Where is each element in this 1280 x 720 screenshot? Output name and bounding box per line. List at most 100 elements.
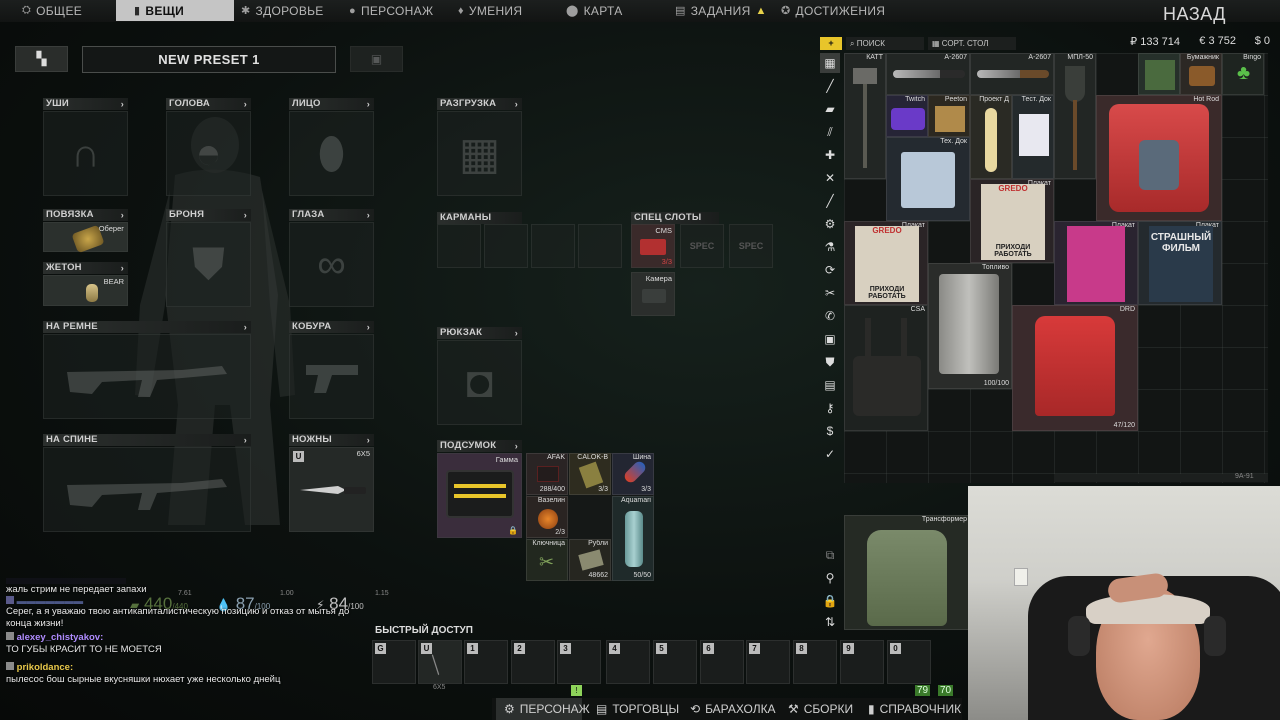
quick-slot-u[interactable]: U ╱ (418, 640, 462, 684)
bottom-tab-traders[interactable]: ▤ ТОРГОВЦЫ (596, 698, 679, 720)
special-slot-3[interactable]: SPEC (729, 224, 773, 268)
tab-skills[interactable]: ♦ УМЕНИЯ (458, 0, 522, 21)
stash-item-poster-2[interactable]: Плакат GREDO ПРИХОДИ РАБОТАТЬ (844, 221, 928, 305)
filter-info-button[interactable]: ✆ (820, 306, 840, 326)
filter-mods-button[interactable]: ▰ (820, 99, 840, 119)
slot-holster[interactable] (289, 334, 374, 419)
stash-search-input[interactable]: ⌕ ПОИСК (846, 37, 924, 50)
pouch-item-calok[interactable]: CALOK-B 3/3 (569, 453, 611, 495)
stash-item-hot-rod[interactable]: Hot Rod (1096, 95, 1222, 221)
filter-quest-button[interactable]: ✓ (820, 444, 840, 464)
special-slot-camera[interactable]: Камера (631, 272, 675, 316)
quick-slot-2[interactable]: 2 (511, 640, 555, 684)
stash-item-drd-armor[interactable]: DRD 47/120 (1012, 305, 1138, 431)
filter-weapons-button[interactable]: ╱ (820, 76, 840, 96)
quick-slot-1[interactable]: 1 (464, 640, 508, 684)
quick-slot-8[interactable]: 8 (793, 640, 837, 684)
filter-gear-button[interactable]: ⚙ (820, 214, 840, 234)
slot-ears[interactable]: ∩ (43, 111, 128, 196)
stash-item-poster-1[interactable]: Плакат GREDO ПРИХОДИ РАБОТАТЬ (970, 179, 1054, 263)
stash-item-test-doc[interactable]: Тест. Док (1012, 95, 1054, 179)
stash-item-tech-doc[interactable]: Тех. Док (886, 137, 970, 221)
stash-item-csa-rig[interactable]: CSA (844, 305, 928, 431)
stash-item-transformer-backpack[interactable]: Трансформер (844, 515, 970, 630)
slot-backpack[interactable]: ◘ (437, 340, 522, 425)
filter-all-button[interactable]: ▦ (820, 53, 840, 73)
bottom-tab-builds[interactable]: ⚒ СБОРКИ (788, 698, 853, 720)
slot-eyewear[interactable]: ∞ (289, 222, 374, 307)
slot-on-sling[interactable] (43, 334, 251, 419)
stash-item-jerrycan[interactable]: Топливо 100/100 (928, 263, 1012, 389)
filter-containers-button[interactable]: ▣ (820, 329, 840, 349)
stash-item-peeton[interactable]: Peeton (928, 95, 970, 137)
stash-item-poster-4[interactable]: Плакат СТРАШНЫЙ ФИЛЬМ (1138, 221, 1222, 305)
preset-name-field[interactable]: NEW PRESET 1 (82, 46, 336, 73)
quick-slot-9[interactable]: 9 (840, 640, 884, 684)
special-slot-2[interactable]: SPEC (680, 224, 724, 268)
pouch-item-afak[interactable]: AFAK 288/400 (526, 453, 568, 495)
tab-health[interactable]: ✱ ЗДОРОВЬЕ (241, 0, 324, 21)
pouch-item-roubles[interactable]: Рубли 48662 (569, 539, 611, 581)
slot-dogtag[interactable]: BEAR (43, 275, 128, 306)
filter-meds-button[interactable]: ✚ (820, 145, 840, 165)
tab-achievements[interactable]: ✪ ДОСТИЖЕНИЯ (781, 0, 885, 21)
stash-sort-button[interactable]: ⇅ (820, 612, 840, 632)
stash-item-twitch[interactable]: Twitch (886, 95, 928, 137)
pouch-item-keytool[interactable]: Ключница ✂ (526, 539, 568, 581)
filter-barter-button[interactable]: ✕ (820, 168, 840, 188)
stash-item-axe[interactable]: КАТТ (844, 53, 886, 179)
tab-tasks[interactable]: ▤ ЗАДАНИЯ ▲ (675, 0, 767, 21)
filter-sort-button[interactable]: ⟳ (820, 260, 840, 280)
filter-tools-button[interactable]: ✂ (820, 283, 840, 303)
pocket-slot-3[interactable] (531, 224, 575, 268)
tab-map[interactable]: ⬤ КАРТА (566, 0, 623, 21)
quick-slot-4[interactable]: 4 (606, 640, 650, 684)
preset-menu-button[interactable]: ▚ (15, 46, 68, 72)
slot-on-back[interactable] (43, 447, 251, 532)
pouch-item-splint[interactable]: Шина 3/3 (612, 453, 654, 495)
stash-item-wallet[interactable]: Бумажник (1180, 53, 1222, 95)
filter-docs-button[interactable]: ▤ (820, 375, 840, 395)
slot-rig[interactable]: ▦ (437, 111, 522, 196)
stash-item-project[interactable]: Проект Д (970, 95, 1012, 179)
save-preset-button[interactable]: ▣ (350, 46, 403, 72)
tab-overview[interactable]: ⛭ ОБЩЕЕ (22, 0, 114, 21)
stash-copy-button[interactable]: ⧉ (820, 545, 840, 565)
filter-keys-button[interactable]: ⚷ (820, 398, 840, 418)
stash-item-knife-2[interactable]: А-2607 (970, 53, 1054, 95)
slot-scabbard[interactable]: U 6X5 (289, 447, 374, 532)
add-filter-button[interactable]: + (820, 37, 842, 50)
stash-item-pack[interactable] (1138, 53, 1180, 95)
filter-ammo-button[interactable]: ⫽ (820, 122, 840, 142)
slot-pouch[interactable]: Гамма 🔒 (437, 453, 522, 538)
pocket-slot-2[interactable] (484, 224, 528, 268)
sort-table-button[interactable]: ▦ СОРТ. СТОЛ (928, 37, 1016, 50)
bottom-tab-handbook[interactable]: ▮ СПРАВОЧНИК (868, 698, 961, 720)
back-button[interactable]: НАЗАД (1163, 4, 1226, 25)
pocket-slot-4[interactable] (578, 224, 622, 268)
slot-armor[interactable]: ⛊ (166, 222, 251, 307)
stash-lock-button[interactable]: 🔒 (820, 591, 840, 611)
quick-slot-0[interactable]: 0 (887, 640, 931, 684)
filter-knives-button[interactable]: ╱ (820, 191, 840, 211)
filter-money-button[interactable]: $ (820, 421, 840, 441)
filter-food-button[interactable]: ⚗ (820, 237, 840, 257)
stash-pin-button[interactable]: ⚲ (820, 568, 840, 588)
pouch-item-vaseline[interactable]: Вазелин 2/3 (526, 496, 568, 538)
slot-armband[interactable]: Оберег (43, 222, 128, 254)
stash-item-shovel[interactable]: МПЛ-50 (1054, 53, 1096, 179)
quick-slot-6[interactable]: 6 (700, 640, 744, 684)
slot-head[interactable]: ◓ (166, 111, 251, 196)
tab-character[interactable]: ● ПЕРСОНАЖ (349, 0, 433, 21)
slot-face[interactable]: ⬮ (289, 111, 374, 196)
stash-item-poster-3[interactable]: Плакат (1054, 221, 1138, 305)
stash-item-knife-1[interactable]: А-2607 (886, 53, 970, 95)
quick-slot-g[interactable]: G (372, 640, 416, 684)
bottom-tab-flea-market[interactable]: ⟲ БАРАХОЛКА (690, 698, 776, 720)
tab-gear[interactable]: ▮ ВЕЩИ (116, 0, 234, 21)
bottom-tab-character[interactable]: ⚙ ПЕРСОНАЖ (496, 698, 590, 720)
quick-slot-5[interactable]: 5 (653, 640, 697, 684)
pocket-slot-1[interactable] (437, 224, 481, 268)
stash-item-bingo[interactable]: Bingo ♣ (1222, 53, 1264, 95)
quick-slot-7[interactable]: 7 (746, 640, 790, 684)
